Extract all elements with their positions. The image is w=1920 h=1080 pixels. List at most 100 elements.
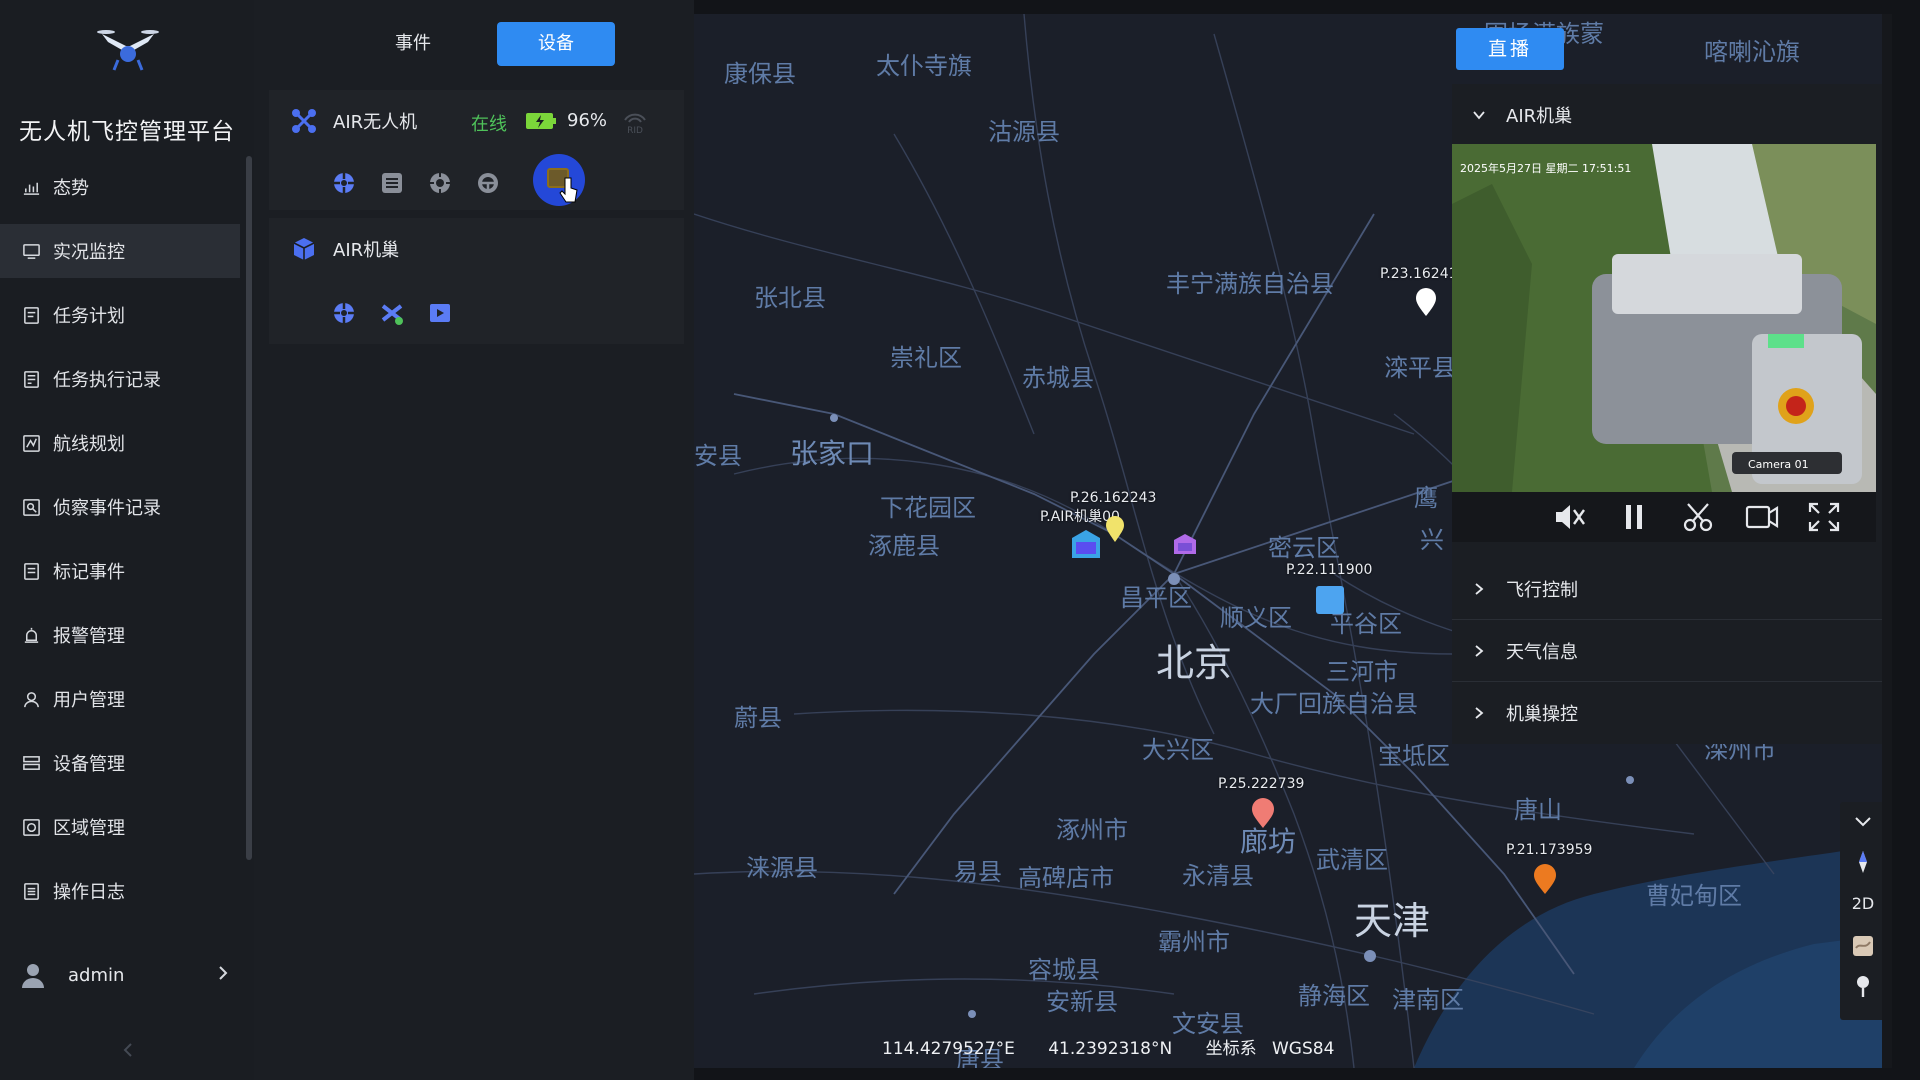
accordion-weather[interactable]: 天气信息 — [1452, 620, 1884, 682]
collapse-sidebar-icon[interactable] — [120, 1040, 136, 1060]
accordion-dock-control[interactable]: 机巢操控 — [1452, 682, 1884, 744]
dock-marker-icon[interactable] — [1066, 524, 1106, 564]
dock-name: AIR机巢 — [333, 240, 400, 261]
accordion-flight-control[interactable]: 飞行控制 — [1452, 558, 1884, 620]
sidebar-item-label: 航线规划 — [53, 434, 125, 455]
map-place: 下花园区 — [880, 494, 976, 522]
tab-events[interactable]: 事件 — [354, 22, 472, 66]
map-marker-square[interactable] — [1316, 586, 1344, 614]
map-marker-label: P.26.162243 — [1070, 490, 1157, 506]
sidebar-item-devices[interactable]: 设备管理 — [0, 736, 240, 790]
chevron-right-icon — [219, 966, 228, 980]
map-view[interactable]: 康保县 太仆寺旗 沽源县 张北县 崇礼区 赤城县 丰宁满族自治县 滦平县 张家口… — [694, 14, 1892, 1068]
avatar-icon — [22, 964, 44, 988]
map-place: 北京 — [1156, 641, 1233, 685]
chevron-right-icon — [1475, 644, 1484, 657]
drone-name: AIR无人机 — [333, 112, 418, 133]
log-icon — [24, 882, 39, 900]
sidebar-item-task-plan[interactable]: 任务计划 — [0, 288, 240, 342]
pin-icon[interactable] — [1847, 970, 1879, 1002]
map-place: 永清县 — [1182, 862, 1254, 890]
route-icon — [23, 434, 40, 452]
map-place: 宝坻区 — [1378, 742, 1450, 770]
drone-marker-icon[interactable] — [1170, 530, 1200, 556]
map-place: 唐山 — [1514, 796, 1562, 824]
map-place: 昌平区 — [1120, 584, 1192, 612]
map-place: 崇礼区 — [890, 344, 962, 372]
mark-icon — [24, 562, 39, 580]
sidebar-item-label: 用户管理 — [53, 690, 125, 711]
accordion-dock[interactable]: AIR机巢 — [1452, 84, 1884, 146]
task-plan-icon — [24, 306, 39, 324]
record-icon[interactable] — [1744, 500, 1780, 534]
basemap-icon[interactable] — [1847, 930, 1879, 962]
map-place: 张家口 — [790, 437, 875, 470]
live-button[interactable]: 直播 — [1456, 28, 1564, 70]
map-place: 武清区 — [1316, 846, 1388, 874]
sidebar-item-task-record[interactable]: 任务执行记录 — [0, 352, 240, 406]
sidebar-item-label: 态势 — [53, 178, 89, 199]
sidebar-item-operation-log[interactable]: 操作日志 — [0, 864, 240, 918]
play-video-icon[interactable] — [427, 300, 453, 326]
video-timestamp: 2025年5月27日 星期二 17:51:51 — [1460, 161, 1631, 175]
map-place: 太仆寺旗 — [876, 52, 972, 80]
locate-icon[interactable] — [331, 170, 357, 196]
map-marker-label: P.22.111900 — [1286, 562, 1373, 578]
status-badge: 在线 — [471, 114, 507, 135]
video-frame: 2025年5月27日 星期二 17:51:51 Camera 01 — [1452, 144, 1876, 492]
sidebar-item-users[interactable]: 用户管理 — [0, 672, 240, 726]
battery-level: 96% — [567, 110, 608, 131]
map-place: 安新县 — [1046, 988, 1118, 1016]
drone-card[interactable]: AIR无人机 在线 96% RID — [269, 90, 684, 210]
sidebar-item-label: 标记事件 — [53, 562, 125, 583]
map-place: 顺义区 — [1220, 604, 1292, 632]
sidebar-item-label: 区域管理 — [53, 818, 125, 839]
sidebar-scrollbar[interactable] — [246, 156, 252, 860]
takeoff-icon[interactable] — [379, 300, 405, 326]
user-menu[interactable]: admin — [20, 955, 240, 995]
dock-cube-icon — [293, 238, 315, 260]
sidebar-nav: 态势 实况监控 任务计划 任务执行记录 航线规划 侦察事件记录 标记事件 报警管… — [0, 160, 240, 928]
crs-label: 坐标系 — [1205, 1039, 1257, 1059]
mute-icon[interactable] — [1552, 500, 1588, 534]
map-marker-label: P.21.173959 — [1506, 842, 1593, 858]
sidebar-item-alarm[interactable]: 报警管理 — [0, 608, 240, 662]
map-marker-pin-yellow[interactable] — [1104, 514, 1126, 544]
sidebar-item-dashboard[interactable]: 态势 — [0, 160, 240, 214]
locate-icon[interactable] — [331, 300, 357, 326]
area-icon — [23, 818, 40, 836]
device-icon — [23, 755, 40, 770]
dock-card[interactable]: AIR机巢 — [269, 218, 684, 344]
map-marker-pin-red[interactable] — [1250, 796, 1276, 830]
drone-toolbar — [331, 170, 523, 196]
map-scrollbar[interactable] — [1882, 14, 1892, 1068]
clip-icon[interactable] — [1680, 500, 1716, 534]
user-icon — [24, 691, 39, 707]
sidebar-item-route-planning[interactable]: 航线规划 — [0, 416, 240, 470]
gimbal-icon[interactable] — [427, 170, 453, 196]
map-marker-pin-white[interactable] — [1414, 286, 1438, 318]
steering-icon[interactable] — [475, 170, 501, 196]
pause-icon[interactable] — [1616, 500, 1652, 534]
map-place: 蔚县 — [734, 704, 782, 732]
accordion-title: 机巢操控 — [1506, 704, 1578, 725]
battery-indicator: 96% — [525, 110, 607, 131]
sidebar-item-label: 操作日志 — [53, 882, 125, 903]
accordion-title: AIR机巢 — [1506, 106, 1573, 127]
coordinate-readout: 114.4279527°E 41.2392318°N 坐标系 WGS84 — [882, 1034, 1362, 1059]
sidebar-item-live-monitor[interactable]: 实况监控 — [0, 224, 240, 278]
live-video[interactable]: 2025年5月27日 星期二 17:51:51 Camera 01 — [1452, 144, 1876, 492]
view-mode-toggle[interactable]: 2D — [1847, 888, 1879, 920]
sidebar-item-areas[interactable]: 区域管理 — [0, 800, 240, 854]
compass-icon[interactable] — [1847, 846, 1879, 878]
map-place: 鹰 — [1414, 484, 1438, 512]
fullscreen-icon[interactable] — [1806, 500, 1842, 534]
chevron-down-icon[interactable] — [1847, 806, 1879, 838]
map-place: 滦平县 — [1384, 354, 1456, 382]
sidebar-item-recon-events[interactable]: 侦察事件记录 — [0, 480, 240, 534]
chevron-right-icon — [1475, 707, 1484, 719]
tab-devices[interactable]: 设备 — [497, 22, 615, 66]
list-icon[interactable] — [379, 170, 405, 196]
map-marker-pin-orange[interactable] — [1532, 862, 1558, 896]
sidebar-item-mark-events[interactable]: 标记事件 — [0, 544, 240, 598]
